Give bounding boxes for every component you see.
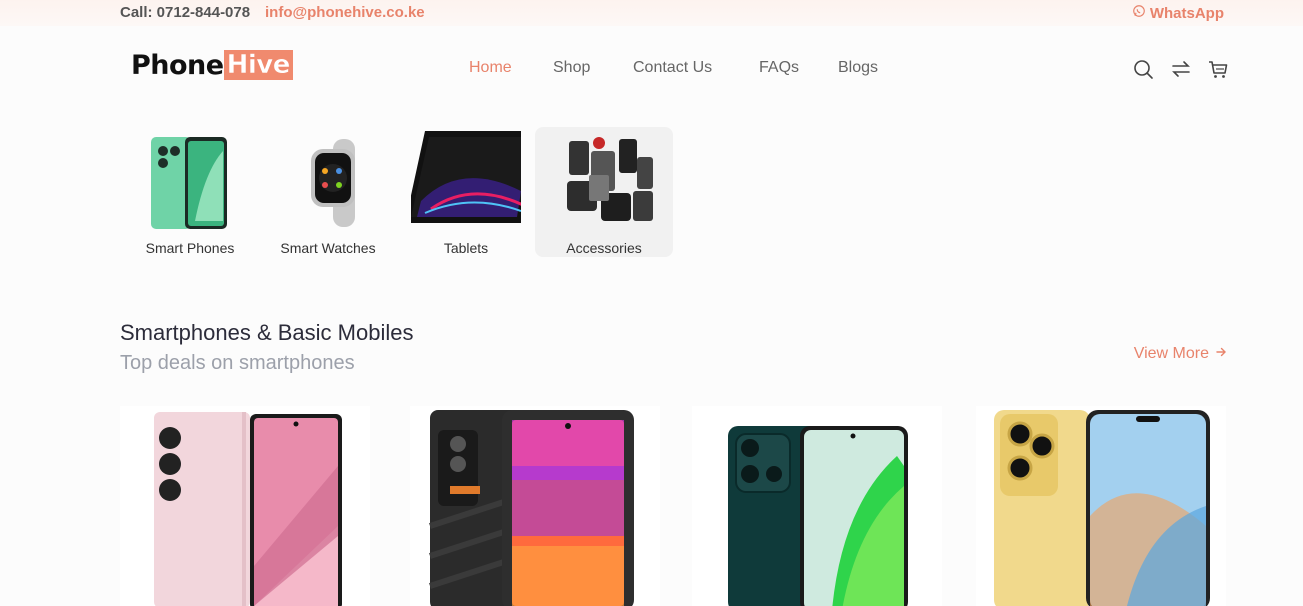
category-strip: Smart Phones Smart Watches Tablets Acces… bbox=[121, 127, 676, 257]
category-label: Smart Watches bbox=[280, 240, 376, 256]
product-card[interactable] bbox=[410, 406, 660, 606]
product-image bbox=[728, 426, 908, 606]
view-more-label: View More bbox=[1133, 345, 1209, 362]
product-image bbox=[154, 412, 342, 606]
whatsapp-link[interactable]: WhatsApp bbox=[1132, 4, 1224, 22]
smart-phone-image bbox=[151, 137, 227, 229]
compare-icon[interactable] bbox=[1170, 58, 1192, 80]
nav-blogs[interactable]: Blogs bbox=[838, 59, 878, 77]
email-link[interactable]: info@phonehive.co.ke bbox=[265, 4, 425, 21]
accessories-image bbox=[567, 137, 653, 221]
whatsapp-label: WhatsApp bbox=[1149, 4, 1224, 22]
nav-faqs[interactable]: FAQs bbox=[759, 59, 799, 77]
top-bar: Call: 0712-844-078 info@phonehive.co.ke … bbox=[0, 0, 1303, 26]
category-label: Accessories bbox=[566, 240, 642, 256]
search-icon[interactable] bbox=[1132, 58, 1154, 80]
nav-home[interactable]: Home bbox=[469, 59, 512, 77]
section-subtitle: Top deals on smartphones bbox=[120, 352, 355, 374]
logo-text-hive: Hive bbox=[223, 50, 293, 80]
nav-contact-us[interactable]: Contact Us bbox=[633, 59, 712, 77]
view-more-link[interactable]: View More bbox=[1134, 345, 1227, 363]
arrow-right-icon bbox=[1215, 345, 1227, 363]
category-smart-phones[interactable]: Smart Phones bbox=[121, 127, 259, 257]
logo-text-phone: Phone bbox=[131, 49, 224, 81]
smart-watch-image bbox=[311, 139, 355, 227]
category-tablets[interactable]: Tablets bbox=[397, 127, 535, 257]
product-image bbox=[429, 410, 634, 606]
product-card[interactable] bbox=[692, 406, 942, 606]
category-label: Smart Phones bbox=[145, 240, 235, 256]
tablet-image bbox=[411, 131, 521, 223]
category-smart-watches[interactable]: Smart Watches bbox=[259, 127, 397, 257]
section-title: Smartphones & Basic Mobiles bbox=[120, 320, 414, 345]
site-logo[interactable]: Phone Hive bbox=[131, 48, 293, 82]
product-card[interactable] bbox=[120, 406, 370, 606]
category-accessories[interactable]: Accessories bbox=[535, 127, 673, 257]
whatsapp-icon bbox=[1132, 4, 1146, 22]
product-image bbox=[994, 410, 1210, 606]
category-label: Tablets bbox=[443, 240, 489, 256]
cart-icon[interactable] bbox=[1207, 58, 1229, 80]
call-info: Call: 0712-844-078 bbox=[120, 4, 251, 21]
product-grid bbox=[120, 406, 1230, 606]
product-card[interactable] bbox=[976, 406, 1226, 606]
nav-shop[interactable]: Shop bbox=[553, 59, 590, 77]
